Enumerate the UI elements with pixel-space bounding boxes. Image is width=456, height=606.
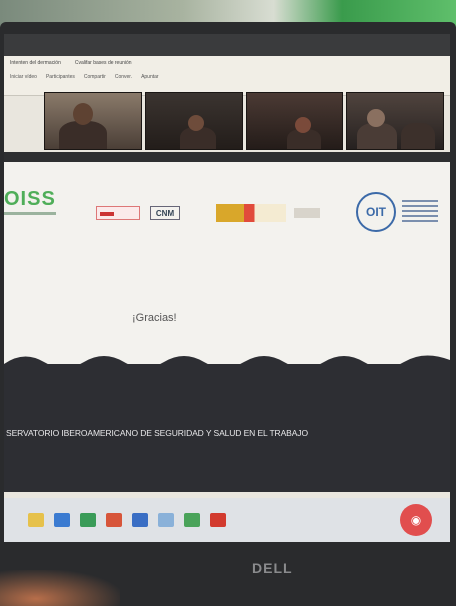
zoom-icon[interactable] <box>158 513 174 527</box>
menu-item[interactable]: Intenten del dermación <box>10 60 61 66</box>
participant-video-strip <box>44 92 444 150</box>
mail-icon[interactable] <box>54 513 70 527</box>
notes-button[interactable]: Apuntar <box>141 74 159 80</box>
chrome-icon[interactable] <box>184 513 200 527</box>
thanks-text: ¡Gracias! <box>132 312 177 324</box>
participant-face <box>187 115 204 131</box>
powerpoint-icon[interactable] <box>106 513 122 527</box>
government-logo-text <box>294 208 320 218</box>
record-button[interactable]: ◉ <box>400 504 432 536</box>
desk-reflection <box>0 570 120 606</box>
monitor-screen: Intenten del dermación Cvalifar bases de… <box>4 34 450 542</box>
shared-slide: OISS CNM OIT ¡Gracias! SERVATORIO IBEROA… <box>4 162 450 492</box>
video-tile[interactable] <box>245 92 344 150</box>
oiss-logo: OISS <box>4 188 56 210</box>
acrobat-icon[interactable] <box>210 513 226 527</box>
meeting-toolbar: Intenten del dermación Cvalifar bases de… <box>4 56 450 96</box>
oit-logo: OIT <box>356 192 396 232</box>
participant-silhouette <box>357 123 398 149</box>
participant-silhouette <box>59 121 107 149</box>
video-tile[interactable] <box>44 92 142 150</box>
participant-face <box>294 117 311 133</box>
start-video-button[interactable]: Iniciar vídeo <box>10 74 37 80</box>
dell-logo: DELL <box>252 560 293 576</box>
video-tile[interactable] <box>144 92 243 150</box>
oiss-logo-subtitle <box>4 212 56 215</box>
participant-face <box>73 103 93 125</box>
title-band: SERVATORIO IBEROAMERICANO DE SEGURIDAD Y… <box>4 364 450 492</box>
word-icon[interactable] <box>132 513 148 527</box>
chat-button[interactable]: Conver. <box>115 74 132 80</box>
menu-item[interactable]: Cvalifar bases de reunión <box>75 60 132 66</box>
excel-icon[interactable] <box>80 513 96 527</box>
government-logo <box>216 204 286 222</box>
institution-logo <box>96 206 140 220</box>
taskbar <box>4 498 450 542</box>
share-button[interactable]: Compartir <box>84 74 106 80</box>
video-tile[interactable] <box>346 92 444 150</box>
logo-row: OISS CNM OIT <box>4 162 450 242</box>
window-title-bar <box>4 34 450 56</box>
participants-button[interactable]: Participantes <box>46 74 75 80</box>
file-icon[interactable] <box>28 513 44 527</box>
participant-silhouette <box>401 123 436 149</box>
cnm-logo: CNM <box>150 206 180 220</box>
observatory-title: SERVATORIO IBEROAMERICANO DE SEGURIDAD Y… <box>6 428 308 438</box>
oit-logo-text <box>402 200 438 222</box>
